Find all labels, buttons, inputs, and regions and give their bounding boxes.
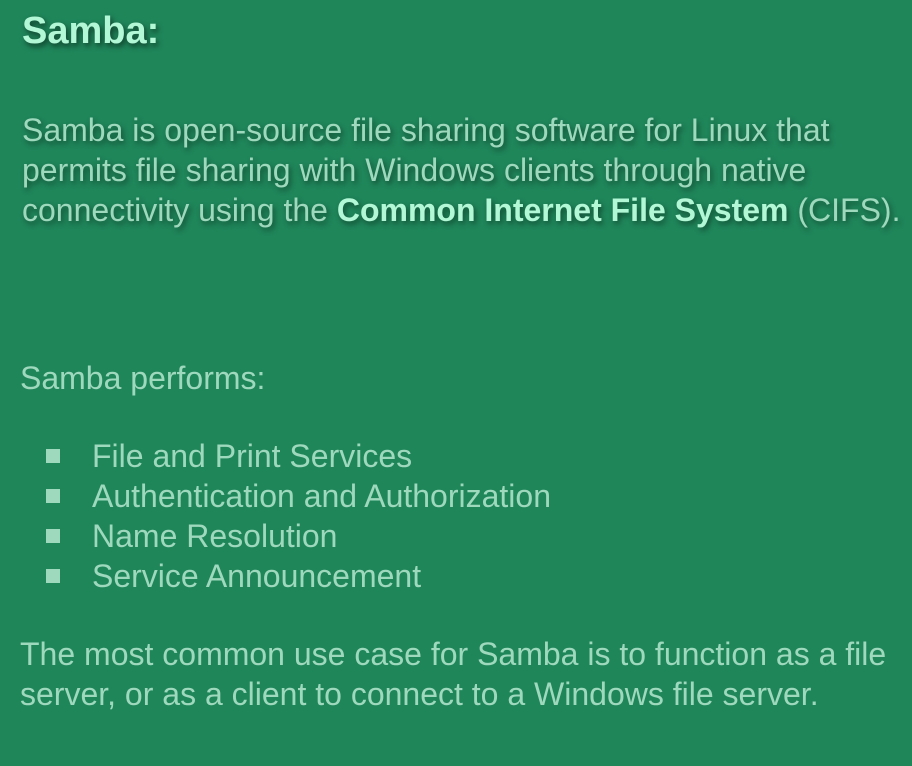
slide-title: Samba: <box>22 10 160 52</box>
square-bullet-icon <box>46 449 60 463</box>
services-list: File and Print Services Authentication a… <box>44 436 551 596</box>
list-item: Name Resolution <box>44 516 551 556</box>
list-item: Authentication and Authorization <box>44 476 551 516</box>
service-label: Authentication and Authorization <box>92 477 551 514</box>
service-label: Service Announcement <box>92 557 422 594</box>
intro-emphasis: Common Internet File System <box>336 192 789 228</box>
intro-paragraph: Samba is open-source file sharing softwa… <box>22 110 902 230</box>
service-label: Name Resolution <box>92 517 338 554</box>
square-bullet-icon <box>46 489 60 503</box>
square-bullet-icon <box>46 529 60 543</box>
performs-label: Samba performs: <box>20 360 266 396</box>
intro-text-after: (CIFS). <box>788 192 901 228</box>
service-label: File and Print Services <box>92 437 413 474</box>
list-item: Service Announcement <box>44 556 551 596</box>
list-item: File and Print Services <box>44 436 551 476</box>
closing-paragraph: The most common use case for Samba is to… <box>20 636 887 712</box>
slide: Samba: Samba is open-source file sharing… <box>0 0 912 766</box>
square-bullet-icon <box>46 569 60 583</box>
